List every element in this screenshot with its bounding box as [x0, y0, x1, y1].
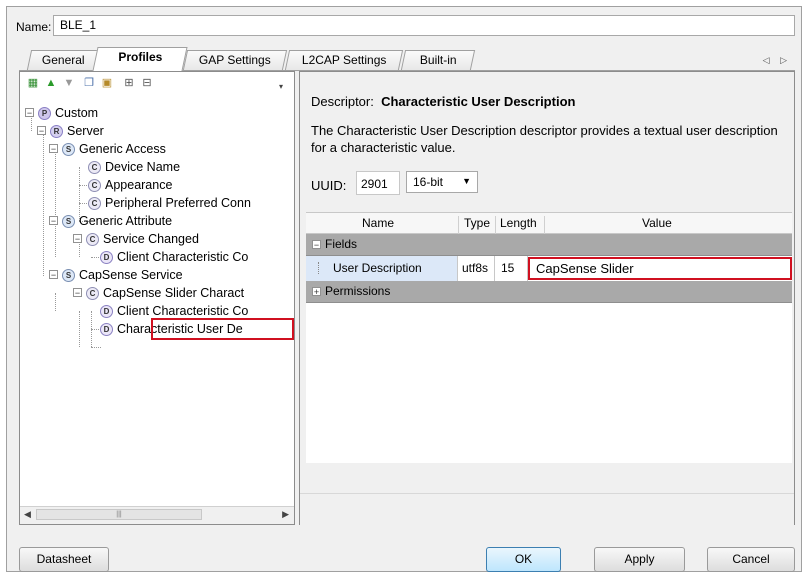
- dropdown-caret-icon: ▼: [462, 176, 471, 186]
- characteristic-badge-icon: C: [88, 161, 101, 175]
- field-name-cell[interactable]: User Description: [306, 256, 458, 281]
- field-length-cell[interactable]: 15: [495, 256, 528, 281]
- grid-header: Name Type Length Value: [306, 213, 792, 236]
- collapse-all-icon[interactable]: ⊟: [140, 76, 154, 90]
- descriptor-description: The Characteristic User Description desc…: [311, 123, 778, 155]
- scroll-right-icon[interactable]: ▶: [282, 509, 289, 520]
- tree-node-device-name[interactable]: C Device Name: [88, 158, 180, 176]
- tree-node-server[interactable]: − R Server: [34, 122, 104, 140]
- profile-tree: − P Custom − R Server − S Generic Access CD…: [20, 98, 294, 498]
- descriptor-badge-icon: D: [100, 323, 113, 337]
- descriptor-panel: Descriptor: Characteristic User Descript…: [299, 71, 795, 525]
- descriptor-badge-icon: D: [100, 305, 113, 319]
- datasheet-button[interactable]: Datasheet: [19, 547, 109, 572]
- descriptor-badge-icon: D: [100, 251, 113, 265]
- tree-node-client-char-config-1[interactable]: D Client Characteristic Co: [100, 248, 248, 266]
- tree-node-service-changed[interactable]: − C Service Changed: [70, 230, 199, 248]
- move-down-icon[interactable]: ▼: [62, 76, 76, 90]
- scroll-thumb[interactable]: |||: [36, 509, 202, 520]
- column-header-length[interactable]: Length: [500, 216, 537, 230]
- tab-general[interactable]: General: [26, 50, 100, 70]
- tree-node-peripheral-preferred[interactable]: C Peripheral Preferred Conn: [88, 194, 251, 212]
- characteristic-badge-icon: C: [88, 197, 101, 211]
- profile-badge-icon: P: [38, 107, 51, 121]
- apply-button[interactable]: Apply: [594, 547, 685, 572]
- tree-node-capsense-slider-char[interactable]: − C CapSense Slider Charact: [70, 284, 244, 302]
- collapse-toggle-icon[interactable]: −: [49, 216, 58, 226]
- collapse-toggle-icon[interactable]: −: [37, 126, 46, 136]
- tree-horizontal-scrollbar[interactable]: ◀ ||| ▶: [20, 506, 294, 524]
- tree-node-capsense-service[interactable]: − S CapSense Service: [46, 266, 183, 284]
- descriptor-info-bar: [300, 493, 794, 525]
- column-header-value[interactable]: Value: [642, 216, 672, 230]
- field-value-input[interactable]: CapSense Slider: [528, 257, 792, 280]
- paste-icon[interactable]: ▣: [100, 76, 114, 90]
- collapse-toggle-icon[interactable]: −: [49, 270, 58, 280]
- name-label: Name:: [16, 20, 52, 34]
- expand-all-icon[interactable]: ⊞: [122, 76, 136, 90]
- collapse-toggle-icon[interactable]: −: [312, 240, 321, 250]
- permissions-category-row[interactable]: + Permissions: [306, 281, 792, 303]
- collapse-toggle-icon[interactable]: −: [49, 144, 58, 154]
- uuid-format-select[interactable]: 16-bit ▼: [406, 171, 478, 193]
- profile-tree-panel: ▦ ▲ ▼ ❐ ▣ ⊞ ⊟ ▾ − P Custom − R Server − …: [19, 71, 295, 525]
- collapse-toggle-icon[interactable]: −: [25, 108, 34, 118]
- toolbar-dropdown-icon[interactable]: ▾: [274, 80, 288, 94]
- uuid-label: UUID:: [311, 178, 347, 193]
- characteristic-badge-icon: C: [88, 179, 101, 193]
- service-badge-icon: S: [62, 215, 75, 229]
- column-header-type[interactable]: Type: [464, 216, 490, 230]
- ok-button[interactable]: OK: [486, 547, 561, 572]
- field-row-user-description[interactable]: User Description utf8s 15 CapSense Slide…: [306, 256, 792, 281]
- server-badge-icon: R: [50, 125, 63, 139]
- tab-profiles[interactable]: Profiles: [92, 47, 188, 71]
- tab-built-in[interactable]: Built-in: [400, 50, 476, 70]
- service-badge-icon: S: [62, 269, 75, 283]
- expand-toggle-icon[interactable]: +: [312, 287, 321, 297]
- tree-toolbar: ▦ ▲ ▼ ❐ ▣ ⊞ ⊟ ▾: [20, 72, 294, 96]
- copy-icon[interactable]: ❐: [82, 76, 96, 90]
- tab-scroll-arrows-icon[interactable]: ◁ ▷: [763, 55, 791, 66]
- descriptor-title: Descriptor: Characteristic User Descript…: [311, 94, 576, 109]
- characteristic-badge-icon: C: [86, 233, 99, 247]
- cancel-button[interactable]: Cancel: [707, 547, 795, 572]
- column-header-name[interactable]: Name: [362, 216, 394, 230]
- tab-strip: General Profiles GAP Settings L2CAP Sett…: [7, 47, 803, 71]
- fields-category-row[interactable]: − Fields: [306, 234, 792, 256]
- tree-node-generic-attribute[interactable]: − S Generic Attribute: [46, 212, 172, 230]
- uuid-input[interactable]: 2901: [356, 171, 400, 195]
- collapse-toggle-icon[interactable]: −: [73, 288, 82, 298]
- service-badge-icon: S: [62, 143, 75, 157]
- scroll-left-icon[interactable]: ◀: [24, 509, 31, 520]
- tree-node-generic-access[interactable]: − S Generic Access: [46, 140, 166, 158]
- characteristic-badge-icon: C: [86, 287, 99, 301]
- tree-node-appearance[interactable]: C Appearance: [88, 176, 172, 194]
- descriptor-fields-grid: Name Type Length Value − Fields User Desc…: [306, 212, 792, 463]
- ble-config-dialog: Name: BLE_1 General Profiles GAP Setting…: [6, 6, 802, 572]
- selected-node-highlight: [151, 318, 294, 340]
- tree-node-custom[interactable]: − P Custom: [22, 104, 98, 122]
- name-input[interactable]: BLE_1: [53, 15, 795, 36]
- tab-l2cap-settings[interactable]: L2CAP Settings: [284, 50, 404, 70]
- tab-gap-settings[interactable]: GAP Settings: [182, 50, 288, 70]
- collapse-toggle-icon[interactable]: −: [73, 234, 82, 244]
- move-up-icon[interactable]: ▲: [44, 76, 58, 90]
- add-node-icon[interactable]: ▦: [26, 76, 40, 90]
- field-type-cell[interactable]: utf8s: [458, 256, 495, 281]
